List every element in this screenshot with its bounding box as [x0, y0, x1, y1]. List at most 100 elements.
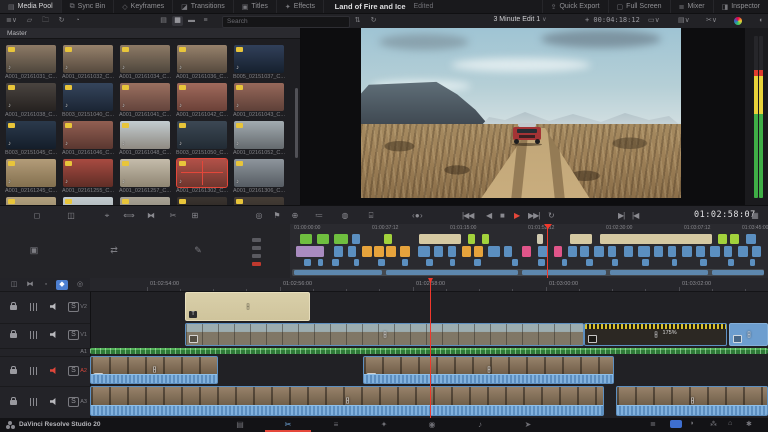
overview-clip-block[interactable] [608, 246, 616, 257]
flag-icon[interactable]: ⚑ [270, 209, 284, 222]
swap-icon[interactable]: ⇄ [106, 242, 122, 258]
overview-clip-block[interactable] [374, 246, 384, 257]
overview-clip-block[interactable] [668, 246, 676, 257]
media-clip[interactable]: ♪ [234, 121, 284, 149]
thumbnail-view-icon[interactable]: ▦ [172, 16, 183, 26]
overview-clip-block[interactable] [296, 246, 324, 257]
overview-audio-seg[interactable] [610, 270, 708, 275]
overview-clip-block[interactable] [348, 246, 356, 257]
nav-mixer[interactable]: ≣Mixer [670, 0, 713, 13]
media-clip[interactable]: ♪ [177, 45, 227, 73]
import-media-icon[interactable]: 🗀 [40, 16, 51, 26]
overview-clip-block[interactable] [362, 246, 372, 257]
roll-icon[interactable]: ⟺ [122, 209, 136, 222]
overview-clip-block[interactable] [384, 234, 392, 244]
overview-clip-block[interactable] [750, 259, 755, 266]
color-pinwheel-icon[interactable] [734, 17, 742, 25]
split-clip-icon[interactable]: ▣ [26, 242, 42, 258]
overview-clip-block[interactable] [672, 259, 677, 266]
lock-icon[interactable] [10, 305, 17, 310]
jog-control[interactable]: ‹ ● › [412, 209, 422, 222]
flag-icon[interactable]: ◎ [74, 280, 86, 290]
loop-button[interactable]: ↻ [548, 209, 554, 222]
overview-clip-block[interactable] [570, 234, 592, 244]
overview-clip-block[interactable] [554, 246, 562, 257]
overview-clip-block[interactable] [612, 259, 618, 266]
track-area[interactable]: 01:02:54:0001:02:56:0001:02:58:0001:03:0… [90, 278, 768, 418]
overview-clip-block[interactable] [696, 246, 705, 257]
go-first-button[interactable]: |◀◀ [462, 209, 473, 222]
box-select-icon[interactable]: ◻ [30, 209, 44, 222]
media-clip[interactable]: ♪ [120, 45, 170, 73]
fader-icon[interactable] [30, 367, 38, 375]
timeline-selector[interactable]: 3 Minute Edit 1 ∨ [460, 16, 580, 23]
page-deliver[interactable]: ➤ [517, 419, 539, 431]
overview-audio-seg[interactable] [522, 270, 606, 275]
media-pool-scrollbar[interactable] [295, 88, 298, 158]
timeline-clip-video[interactable]: [-] [185, 323, 584, 346]
mute-speaker-icon[interactable] [50, 367, 58, 374]
insert-icon[interactable]: ⊞ [188, 209, 202, 222]
overview-clip-block[interactable] [654, 246, 663, 257]
media-clip[interactable]: ♪ [234, 83, 284, 111]
timeline-clip-title[interactable]: T[-] [185, 292, 310, 321]
search-input[interactable]: Search [222, 16, 350, 28]
mute-speaker-icon[interactable] [50, 303, 58, 310]
overview-clip-block[interactable] [537, 234, 543, 244]
home-icon[interactable]: ⌂ [728, 420, 732, 427]
razor-icon[interactable]: ✂ [166, 209, 180, 222]
page-fairlight[interactable]: ♪ [469, 419, 491, 431]
clip-box-icon[interactable]: ◫ [8, 280, 20, 290]
camera-icon[interactable]: ⌸ [364, 209, 378, 222]
track-indicator-record[interactable] [252, 262, 261, 266]
monitor-overlay-icon[interactable]: ▭∨ [648, 16, 659, 26]
overview-clip-block[interactable] [419, 234, 461, 244]
overview-clip-block[interactable] [426, 259, 433, 266]
media-clip[interactable]: ♪ [177, 197, 227, 205]
fader-icon[interactable] [30, 398, 38, 406]
snapping-icon[interactable]: ◆ [56, 280, 68, 290]
overview-track-area[interactable]: 01:00:00:0001:00:37:1201:01:15:0001:01:5… [290, 224, 768, 278]
overview-clip-block[interactable] [682, 246, 692, 257]
overview-clip-block[interactable] [400, 246, 410, 257]
overview-clip-block[interactable] [468, 234, 475, 244]
media-clip[interactable]: ♪ [177, 83, 227, 111]
overview-clip-block[interactable] [462, 246, 471, 257]
overview-clip-block[interactable] [746, 234, 756, 244]
overview-clip-block[interactable] [538, 259, 545, 266]
media-clip[interactable]: ♪ [234, 197, 284, 205]
track-header-v2[interactable]: SV2 [0, 292, 90, 324]
media-clip[interactable]: ♪ [63, 121, 113, 149]
overview-clip-block[interactable] [402, 259, 408, 266]
overview-clip-block[interactable] [738, 246, 748, 257]
track-header-a3[interactable]: SA3 [0, 386, 90, 419]
overview-clip-block[interactable] [752, 246, 761, 257]
page-cut[interactable]: ✂ [277, 419, 299, 431]
media-clip[interactable]: ♪ [120, 197, 170, 205]
page-edit[interactable]: ≡ [325, 419, 347, 431]
overview-clip-block[interactable] [482, 234, 489, 244]
overview-clip-block[interactable] [386, 246, 396, 257]
media-clip[interactable]: ♪ [120, 121, 170, 149]
overview-clip-block[interactable] [586, 259, 593, 266]
overview-audio-seg[interactable] [294, 270, 382, 275]
media-clip[interactable]: ♪ [6, 121, 56, 149]
overview-clip-block[interactable] [334, 246, 343, 257]
scissors-icon[interactable]: ✂∨ [706, 16, 717, 26]
overview-clip-block[interactable] [317, 234, 329, 244]
nav-keyframes[interactable]: ◇Keyframes [114, 0, 173, 13]
overview-clip-block[interactable] [474, 259, 481, 266]
overview-audio-seg[interactable] [712, 270, 764, 275]
overview-clip-block[interactable] [728, 259, 734, 266]
track-indicator[interactable] [252, 246, 261, 250]
overview-clip-block[interactable] [334, 234, 348, 244]
overview-clip-block[interactable] [448, 246, 456, 257]
overview-clip-block[interactable] [504, 246, 512, 257]
overview-audio-seg[interactable] [386, 270, 518, 275]
lock-icon[interactable] [10, 369, 17, 374]
overview-clip-block[interactable] [318, 259, 323, 266]
sync-icon[interactable]: ↻ [56, 16, 67, 26]
zoom-icon[interactable]: ⊕ [288, 209, 302, 222]
media-clip[interactable]: ♪ [63, 45, 113, 73]
split-icon[interactable]: ◫ [64, 209, 78, 222]
